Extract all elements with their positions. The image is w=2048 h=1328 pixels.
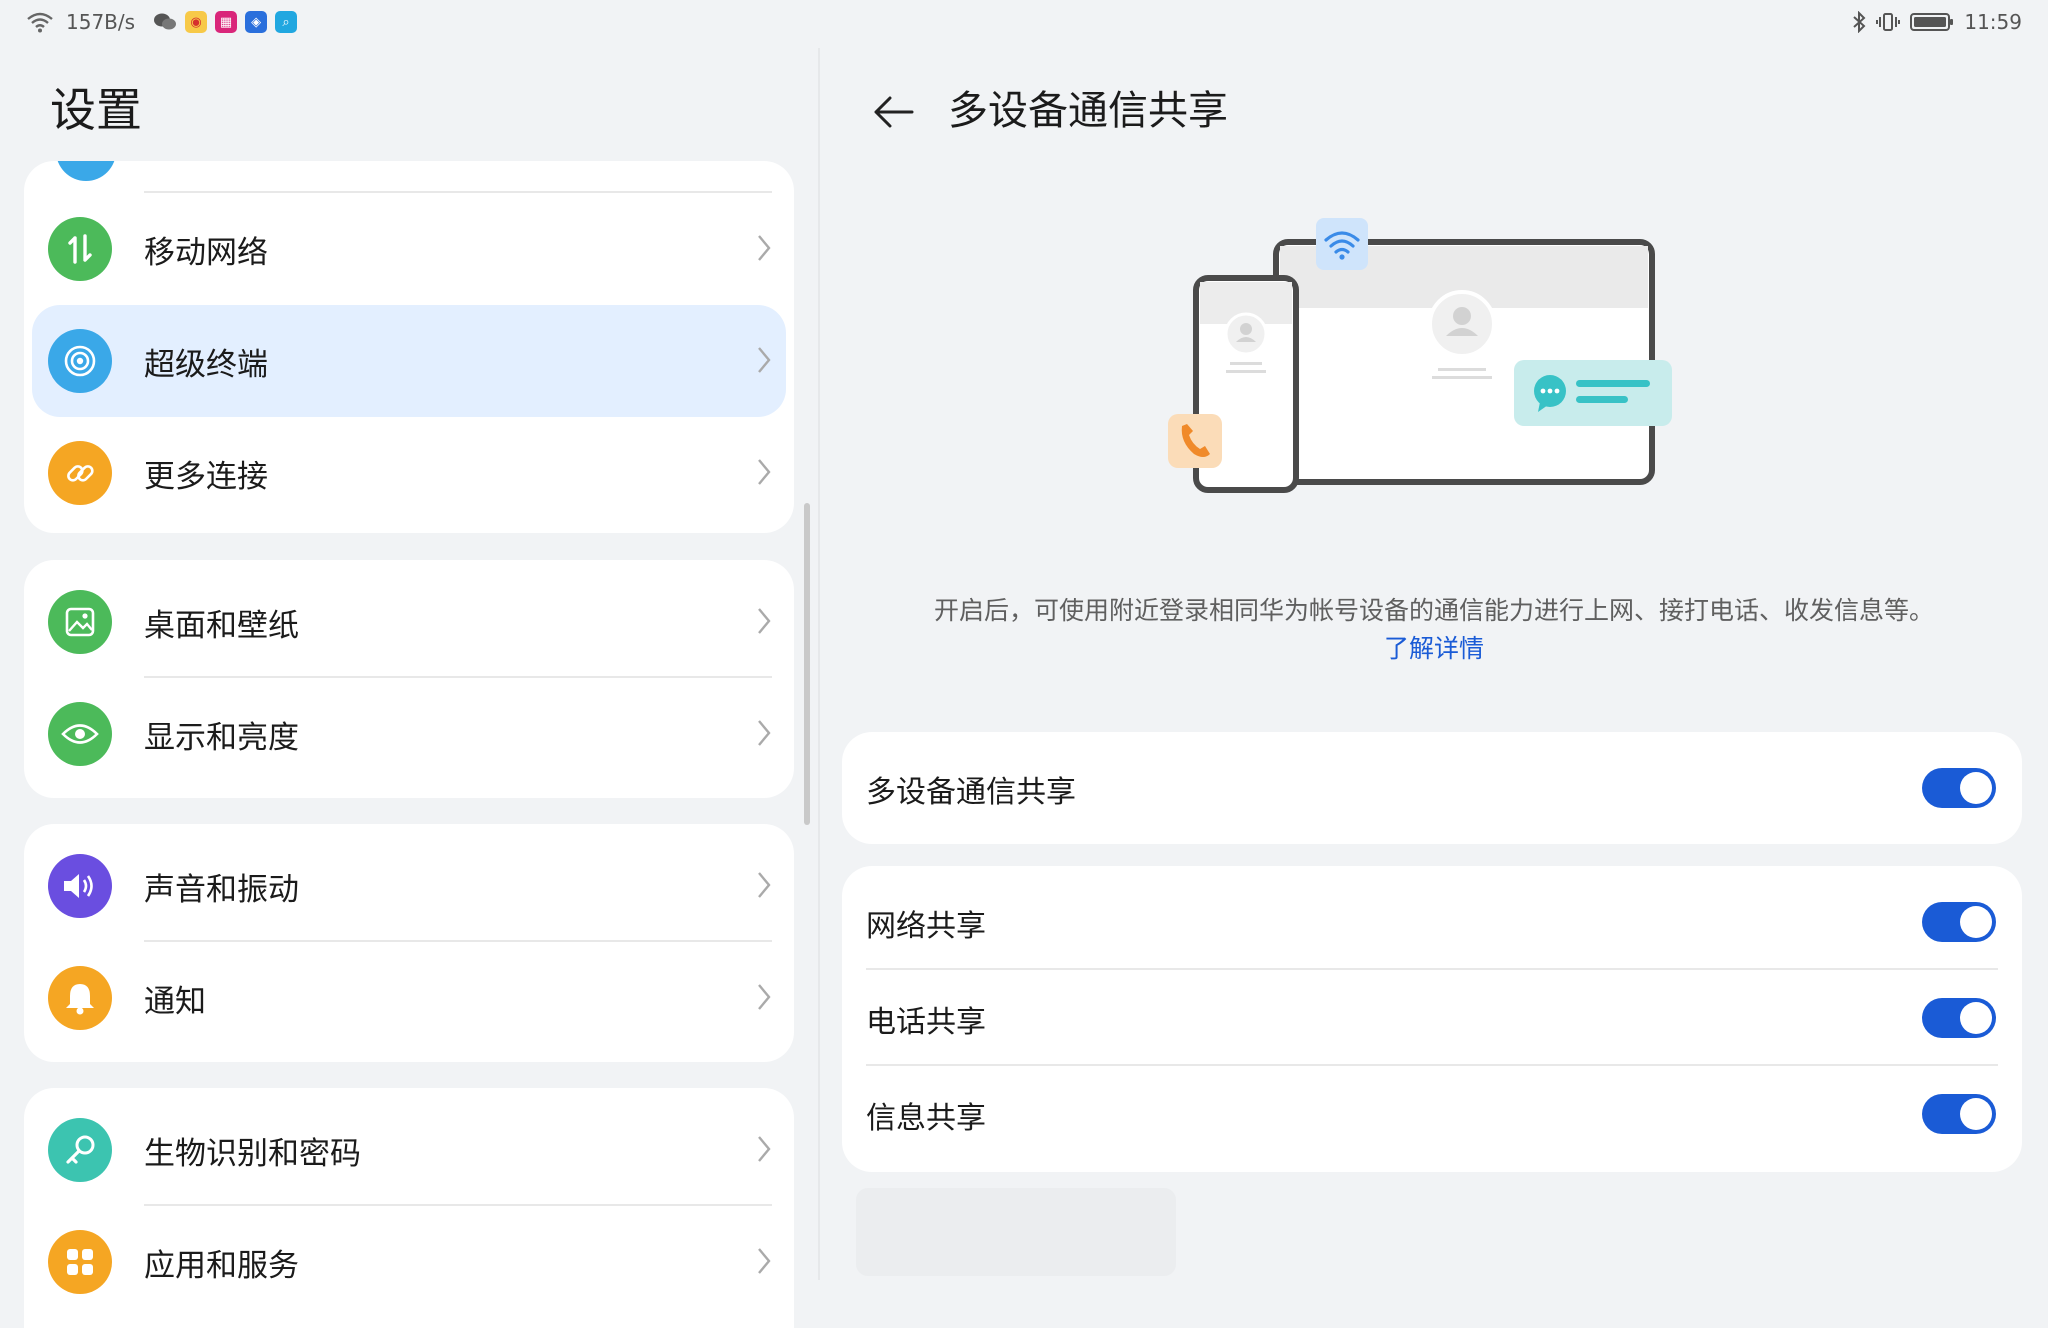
chevron-right-icon bbox=[758, 235, 771, 261]
sidebar-item-biometrics-password[interactable]: 生物识别和密码 bbox=[24, 1094, 794, 1206]
message-sharing-toggle[interactable] bbox=[1922, 1094, 1996, 1134]
toggle-knob bbox=[1960, 906, 1992, 938]
detail-pane: 多设备通信共享 开启后，可使用附近登录相同华为帐号设备的通信能力进行上网、接打电… bbox=[820, 48, 2048, 1280]
phone-call-badge-icon bbox=[1168, 414, 1222, 468]
sidebar-item-more-connections[interactable]: 更多连接 bbox=[24, 417, 794, 529]
battery-icon bbox=[1910, 13, 1954, 31]
sidebar-item-mobile-network[interactable]: 移动网络 bbox=[24, 193, 794, 305]
sidebar-item-wallpaper[interactable]: 桌面和壁纸 bbox=[24, 566, 794, 678]
sidebar-item-label: 更多连接 bbox=[144, 458, 268, 495]
settings-group-display: 桌面和壁纸 显示和亮度 bbox=[24, 560, 794, 798]
sidebar-scrollbar[interactable] bbox=[804, 503, 810, 825]
network-speed: 157B/s bbox=[66, 10, 136, 34]
search-app-icon: ⌕ bbox=[275, 11, 298, 33]
speaker-icon bbox=[48, 854, 112, 918]
super-device-icon bbox=[48, 329, 112, 393]
sidebar-item-label: 生物识别和密码 bbox=[144, 1135, 361, 1172]
wallpaper-icon bbox=[48, 590, 112, 654]
network-sharing-toggle[interactable] bbox=[1922, 902, 1996, 942]
chevron-right-icon bbox=[758, 984, 771, 1010]
chevron-right-icon bbox=[758, 608, 771, 634]
wifi-badge-icon bbox=[1316, 218, 1368, 270]
sidebar-item-label: 声音和振动 bbox=[144, 871, 299, 908]
sidebar-item-label: 应用和服务 bbox=[144, 1247, 299, 1284]
blurred-area bbox=[856, 1188, 1176, 1276]
partial-row-top bbox=[24, 161, 794, 193]
chevron-right-icon bbox=[758, 1136, 771, 1162]
eye-icon bbox=[48, 702, 112, 766]
learn-more-link[interactable]: 了解详情 bbox=[820, 630, 2048, 668]
settings-group-connectivity: 移动网络 超级终端 更多连接 bbox=[24, 161, 794, 533]
sidebar-item-label: 移动网络 bbox=[144, 234, 268, 271]
sidebar-item-notifications[interactable]: 通知 bbox=[24, 942, 794, 1054]
multi-device-illustration bbox=[1168, 218, 1672, 493]
apps-icon bbox=[48, 1230, 112, 1294]
sidebar-item-label: 通知 bbox=[144, 983, 206, 1020]
feature-description: 开启后，可使用附近登录相同华为帐号设备的通信能力进行上网、接打电话、收发信息等。 bbox=[933, 596, 1934, 625]
toggle-knob bbox=[1960, 772, 1992, 804]
toggle-knob bbox=[1960, 1002, 1992, 1034]
bell-icon bbox=[48, 966, 112, 1030]
status-bar-left: 157B/s ◉ ▦ ◈ ⌕ bbox=[26, 10, 298, 34]
settings-group-sound: 声音和振动 通知 bbox=[24, 824, 794, 1062]
bluetooth-icon bbox=[1853, 11, 1866, 33]
shield-app-icon: ◈ bbox=[245, 11, 268, 33]
chevron-right-icon bbox=[758, 720, 771, 746]
sidebar-item-label: 超级终端 bbox=[144, 346, 268, 383]
page-title: 设置 bbox=[50, 83, 142, 137]
toggle-label: 信息共享 bbox=[866, 1101, 986, 1136]
sidebar-item-super-device[interactable]: 超级终端 bbox=[32, 305, 786, 417]
chevron-right-icon bbox=[758, 1248, 771, 1274]
weibo-icon: ◉ bbox=[185, 11, 208, 33]
partial-icon bbox=[56, 161, 116, 181]
clock: 11:59 bbox=[1964, 10, 2022, 34]
master-toggle-card: 多设备通信共享 bbox=[842, 732, 2022, 844]
wechat-icon bbox=[154, 13, 177, 30]
sidebar-item-apps-services[interactable]: 应用和服务 bbox=[24, 1206, 794, 1318]
message-sharing-row[interactable]: 信息共享 bbox=[842, 1066, 2022, 1162]
wifi-icon bbox=[27, 12, 53, 33]
phone-sharing-row[interactable]: 电话共享 bbox=[842, 970, 2022, 1066]
sidebar-item-label: 桌面和壁纸 bbox=[144, 607, 299, 644]
app-icon: ▦ bbox=[215, 11, 238, 33]
chevron-right-icon bbox=[758, 347, 771, 373]
settings-sidebar: 设置 移动网络 超级终端 更多连接 桌面和壁纸 显示和亮度 声音和振动 通知 生… bbox=[0, 48, 818, 1328]
multi-device-sharing-toggle[interactable] bbox=[1922, 768, 1996, 808]
toggle-label: 网络共享 bbox=[866, 909, 986, 944]
mobile-data-icon bbox=[48, 217, 112, 281]
sidebar-item-label: 显示和亮度 bbox=[144, 719, 299, 756]
toggle-label: 电话共享 bbox=[866, 1005, 986, 1040]
chevron-right-icon bbox=[758, 872, 771, 898]
detail-title: 多设备通信共享 bbox=[948, 88, 1228, 134]
status-bar: 157B/s ◉ ▦ ◈ ⌕ 11:59 bbox=[0, 0, 2048, 48]
phone-sharing-toggle[interactable] bbox=[1922, 998, 1996, 1038]
back-arrow-icon bbox=[874, 96, 914, 128]
settings-group-security: 生物识别和密码 应用和服务 bbox=[24, 1088, 794, 1328]
status-bar-right: 11:59 bbox=[1852, 10, 2022, 34]
back-button[interactable] bbox=[864, 84, 924, 140]
key-icon bbox=[48, 1118, 112, 1182]
sharing-options-card: 网络共享 电话共享 信息共享 bbox=[842, 866, 2022, 1172]
sidebar-item-display-brightness[interactable]: 显示和亮度 bbox=[24, 678, 794, 790]
toggle-label: 多设备通信共享 bbox=[866, 775, 1076, 810]
toggle-knob bbox=[1960, 1098, 1992, 1130]
sidebar-item-sound-vibration[interactable]: 声音和振动 bbox=[24, 830, 794, 942]
link-icon bbox=[48, 441, 112, 505]
master-toggle-row[interactable]: 多设备通信共享 bbox=[842, 732, 2022, 844]
chevron-right-icon bbox=[758, 459, 771, 485]
vibrate-icon bbox=[1876, 13, 1901, 31]
network-sharing-row[interactable]: 网络共享 bbox=[842, 874, 2022, 970]
